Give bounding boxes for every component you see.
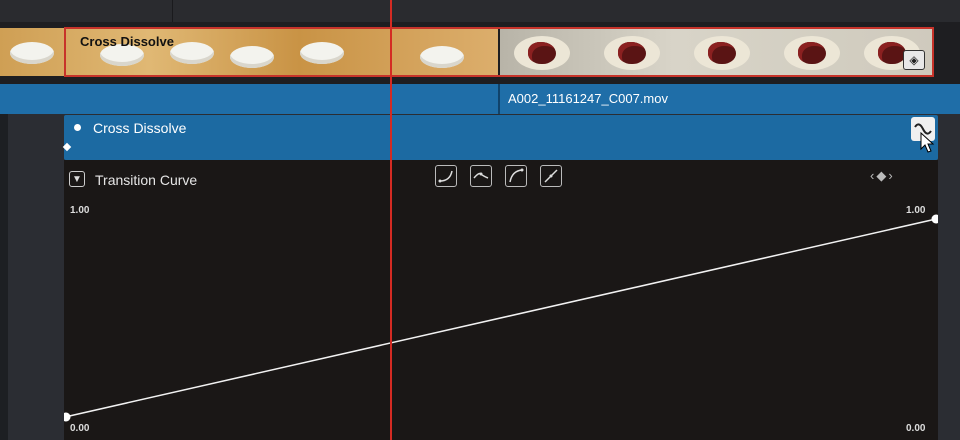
playhead[interactable] bbox=[390, 0, 392, 440]
mouse-pointer-icon bbox=[920, 132, 935, 153]
keyframe-diamond-icon[interactable]: ◈ bbox=[903, 50, 925, 70]
curve-start-keyframe[interactable] bbox=[64, 412, 71, 422]
thumbnail-bowl bbox=[10, 42, 54, 64]
track-dot-icon bbox=[74, 124, 81, 131]
clip-name-bar[interactable] bbox=[0, 84, 960, 114]
left-gutter bbox=[0, 114, 8, 440]
transition-clip-label: Cross Dissolve bbox=[80, 34, 174, 49]
clip-filename: A002_11161247_C007.mov bbox=[508, 91, 668, 106]
curve-plot[interactable] bbox=[64, 160, 938, 440]
cross-dissolve-keyframe-track[interactable] bbox=[64, 115, 938, 160]
ruler-divider bbox=[172, 0, 173, 22]
cross-dissolve-transition-selection[interactable] bbox=[64, 27, 934, 77]
edit-point-divider bbox=[498, 84, 500, 114]
curve-end-keyframe[interactable] bbox=[931, 214, 939, 224]
transition-track-label: Cross Dissolve bbox=[93, 120, 187, 136]
transition-curve-line[interactable] bbox=[64, 218, 937, 418]
timeline-ruler[interactable] bbox=[0, 0, 960, 23]
